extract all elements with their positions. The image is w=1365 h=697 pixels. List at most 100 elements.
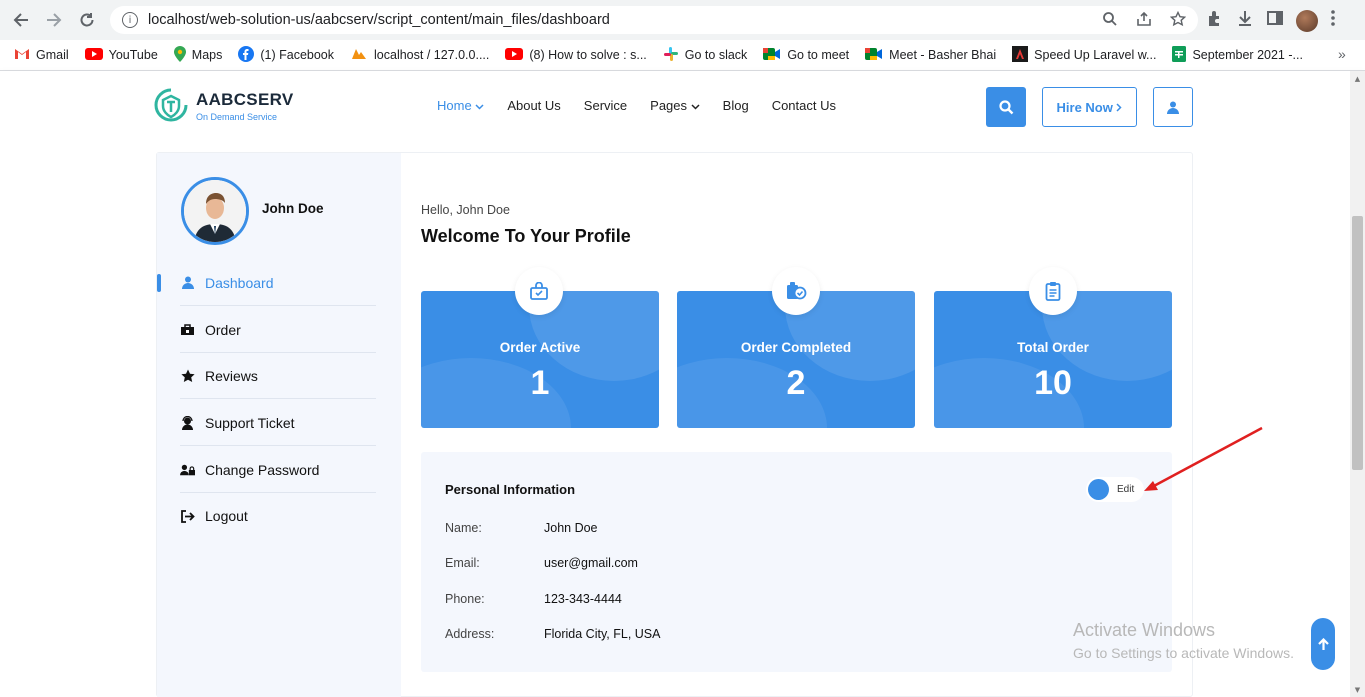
sidebar-user-name: John Doe <box>262 201 324 216</box>
bookmarks-more[interactable]: » <box>1338 46 1346 62</box>
info-label-email: Email: <box>445 556 480 570</box>
youtube-icon <box>84 47 103 63</box>
share-icon[interactable] <box>1136 11 1152 31</box>
logo-icon <box>154 88 188 122</box>
bookmark-localhost[interactable]: localhost / 127.0.0.... <box>350 47 489 64</box>
sidebar-item-reviews[interactable]: Reviews <box>180 353 376 399</box>
sidebar-item-dashboard[interactable]: Dashboard <box>180 260 376 306</box>
chevron-down-icon <box>475 104 484 110</box>
user-avatar <box>181 177 249 245</box>
activate-windows-title: Activate Windows <box>1073 620 1216 640</box>
hire-now-button[interactable]: Hire Now <box>1042 87 1137 127</box>
toggle-knob <box>1088 479 1109 500</box>
logo-tagline: On Demand Service <box>196 112 278 122</box>
site-header: AABCSERV On Demand Service Home About Us… <box>0 71 1365 143</box>
page-title: Welcome To Your Profile <box>421 226 631 246</box>
meet-icon <box>865 47 883 64</box>
bookmark-label: Meet - Basher Bhai <box>889 48 997 62</box>
info-value-email: user@gmail.com <box>544 556 638 570</box>
download-icon[interactable] <box>1236 9 1254 32</box>
main-nav: Home About Us Service Pages Blog Contact… <box>437 98 836 113</box>
bookmark-label: (8) How to solve : s... <box>529 48 647 62</box>
bookmark-label: Gmail <box>36 48 69 62</box>
personal-info-title: Personal Information <box>445 482 576 497</box>
site-info-icon[interactable]: i <box>122 12 138 28</box>
bookmark-facebook[interactable]: (1) Facebook <box>238 45 334 65</box>
menu-kebab-icon[interactable] <box>1330 9 1336 32</box>
info-label-name: Name: <box>445 521 482 535</box>
bookmark-how-to-solve[interactable]: (8) How to solve : s... <box>505 47 647 63</box>
chevron-down-icon <box>691 104 700 110</box>
bag-icon <box>180 322 195 337</box>
profile-avatar[interactable] <box>1296 9 1318 32</box>
activate-windows-subtitle: Go to Settings to activate Windows. <box>1073 645 1294 661</box>
back-icon[interactable] <box>10 9 32 31</box>
sidebar-item-label: Change Password <box>205 461 320 478</box>
scroll-up-arrow[interactable]: ▲ <box>1350 72 1365 86</box>
search-icon <box>998 99 1013 114</box>
bookmark-september[interactable]: September 2021 -... <box>1172 45 1303 65</box>
logo-name: AABCSERV <box>196 90 294 109</box>
forward-icon[interactable] <box>43 9 65 31</box>
edit-toggle[interactable]: Edit <box>1086 477 1144 502</box>
clipboard-icon <box>1029 267 1077 315</box>
reload-icon[interactable] <box>76 9 98 31</box>
info-label-phone: Phone: <box>445 592 485 606</box>
stat-value: 2 <box>786 364 806 402</box>
side-panel-icon[interactable] <box>1266 9 1284 32</box>
greeting-text: Hello, John Doe <box>421 203 510 217</box>
scrollbar-thumb[interactable] <box>1352 216 1363 470</box>
sidebar-item-label: Dashboard <box>205 274 274 291</box>
nav-home[interactable]: Home <box>437 98 484 113</box>
youtube-icon <box>505 47 524 63</box>
account-button[interactable] <box>1153 87 1193 127</box>
annotation-arrow <box>1144 426 1263 491</box>
scroll-down-arrow[interactable]: ▼ <box>1350 683 1365 697</box>
bookmark-laravel[interactable]: Speed Up Laravel w... <box>1012 45 1156 65</box>
laravel-icon <box>1012 45 1029 65</box>
sidebar-item-label: Order <box>205 321 241 338</box>
nav-about[interactable]: About Us <box>507 98 560 113</box>
nav-pages[interactable]: Pages <box>650 98 700 113</box>
url-text: localhost/web-solution-us/aabcserv/scrip… <box>148 12 610 28</box>
facebook-icon <box>238 45 255 65</box>
gmail-icon <box>14 48 30 63</box>
sidebar-item-label: Reviews <box>205 367 258 384</box>
nav-service[interactable]: Service <box>584 98 627 113</box>
scroll-to-top-button[interactable] <box>1311 618 1335 670</box>
sidebar-item-logout[interactable]: Logout <box>180 493 376 539</box>
bookmark-label: September 2021 -... <box>1192 48 1303 62</box>
search-button[interactable] <box>986 87 1026 127</box>
extensions-icon[interactable] <box>1206 9 1224 32</box>
bookmark-label: Go to meet <box>787 48 850 62</box>
address-bar[interactable]: i localhost/web-solution-us/aabcserv/scr… <box>110 6 1198 34</box>
site-logo[interactable]: AABCSERV On Demand Service <box>154 88 294 124</box>
bookmark-label: localhost / 127.0.0.... <box>374 48 490 62</box>
bookmark-youtube[interactable]: YouTube <box>84 47 158 63</box>
nav-blog[interactable]: Blog <box>723 98 749 113</box>
user-icon <box>180 275 195 290</box>
sidebar-item-order[interactable]: Order <box>180 307 376 353</box>
star-bookmark-icon[interactable] <box>1169 10 1187 31</box>
users-lock-icon <box>180 462 195 477</box>
info-label-address: Address: <box>445 627 495 641</box>
edit-label: Edit <box>1117 484 1135 495</box>
nav-pages-label: Pages <box>650 98 688 113</box>
bookmark-maps[interactable]: Maps <box>173 45 222 65</box>
sheets-icon <box>1172 45 1187 65</box>
zoom-icon[interactable] <box>1102 11 1118 31</box>
sidebar-item-change-password[interactable]: Change Password <box>180 447 376 493</box>
nav-contact[interactable]: Contact Us <box>772 98 836 113</box>
shopping-bag-icon <box>515 267 563 315</box>
bookmark-gmail[interactable]: Gmail <box>14 48 69 63</box>
stat-label: Order Completed <box>740 340 852 355</box>
stat-label: Order Active <box>499 340 581 355</box>
bookmark-meet-basher[interactable]: Meet - Basher Bhai <box>865 47 996 64</box>
stat-value: 1 <box>530 364 550 402</box>
bookmark-meet[interactable]: Go to meet <box>763 47 849 64</box>
sidebar-item-support[interactable]: Support Ticket <box>180 400 376 446</box>
meet-icon <box>763 47 781 64</box>
stat-label: Total Order <box>1017 340 1089 355</box>
chevron-right-icon <box>1116 102 1123 112</box>
bookmark-slack[interactable]: Go to slack <box>663 46 747 65</box>
